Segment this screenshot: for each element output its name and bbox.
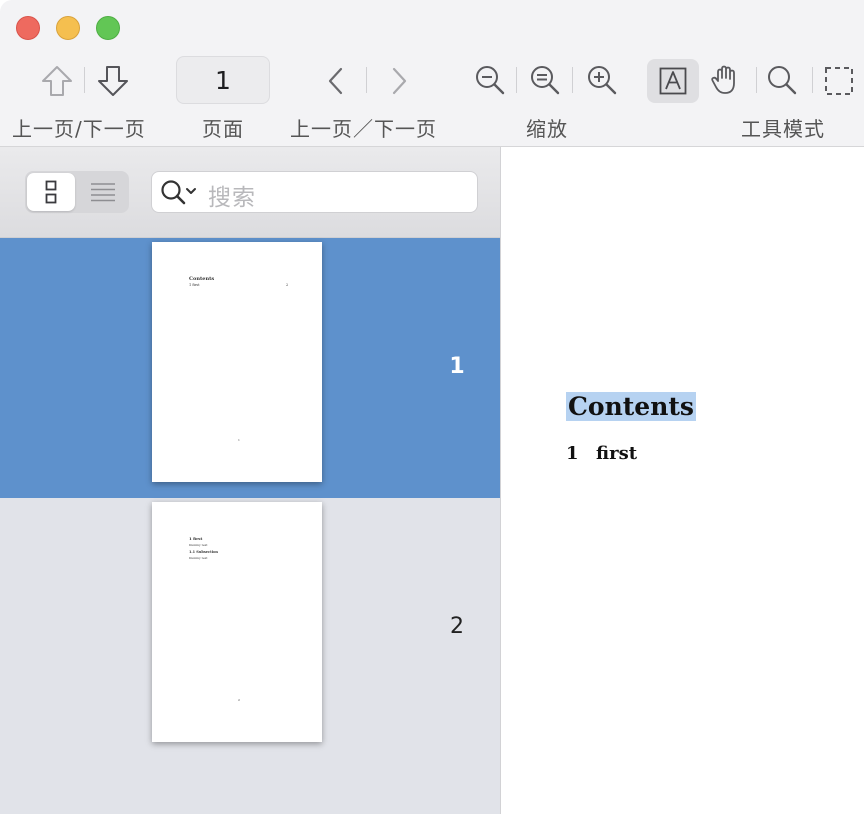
minimize-button[interactable] bbox=[56, 16, 80, 40]
hand-tool-button[interactable] bbox=[708, 62, 744, 98]
thumbnails-icon bbox=[45, 180, 57, 204]
mini-body-text: Dummy text bbox=[189, 543, 208, 547]
thumbnail-view-button[interactable] bbox=[27, 173, 75, 211]
page-thumbnail[interactable]: 1 first Dummy text 1.1 Subsection Dummy … bbox=[152, 502, 322, 742]
contents-heading[interactable]: Contents bbox=[566, 392, 697, 421]
thumbnail-row-page-1[interactable]: Contents 1 first 2 1 1 bbox=[0, 238, 500, 498]
mini-footer: 2 bbox=[238, 698, 240, 702]
next-page-button[interactable] bbox=[94, 62, 132, 100]
page-label: 页面 bbox=[202, 117, 244, 141]
zoom-out-button[interactable] bbox=[472, 62, 508, 98]
text-select-icon bbox=[659, 67, 687, 95]
view-mode-control bbox=[25, 171, 129, 213]
page-thumbnail[interactable]: Contents 1 first 2 1 bbox=[152, 242, 322, 482]
chevron-left-icon bbox=[328, 67, 343, 95]
list-view-button[interactable] bbox=[79, 173, 127, 211]
zoom-out-icon bbox=[476, 66, 505, 95]
text-select-tool-button[interactable] bbox=[655, 64, 691, 98]
zoom-in-icon bbox=[588, 66, 617, 95]
previous-page-button[interactable] bbox=[38, 62, 76, 100]
back-button[interactable] bbox=[320, 64, 352, 98]
rect-select-tool-button[interactable] bbox=[822, 64, 856, 98]
zoom-button[interactable] bbox=[96, 16, 120, 40]
zoom-in-button[interactable] bbox=[584, 62, 620, 98]
sidebar-header: 搜索 bbox=[0, 147, 500, 238]
close-button[interactable] bbox=[16, 16, 40, 40]
mini-toc-page: 2 bbox=[286, 283, 289, 287]
search-input[interactable]: 搜索 bbox=[151, 171, 478, 213]
chevron-right-icon bbox=[392, 67, 407, 95]
zoom-fit-icon bbox=[531, 66, 560, 95]
page-number-label: 1 bbox=[449, 354, 465, 379]
mini-footer: 1 bbox=[238, 438, 240, 442]
mini-heading: Contents bbox=[189, 276, 215, 282]
page-number-label: 2 bbox=[450, 614, 464, 639]
search-placeholder: 搜索 bbox=[208, 185, 256, 211]
thumbnail-row-page-2[interactable]: 1 first Dummy text 1.1 Subsection Dummy … bbox=[0, 498, 500, 758]
preview-window: 1 上一页/下一页 页面 上一页／下一页 缩放 工具模式 搜索 Contents… bbox=[0, 0, 864, 814]
mini-toc-entry: 1 first bbox=[189, 283, 200, 287]
mini-subsection: 1.1 Subsection bbox=[189, 550, 218, 554]
page-number-field[interactable]: 1 bbox=[176, 56, 270, 104]
selection-icon bbox=[825, 67, 853, 95]
search-icon bbox=[160, 179, 200, 211]
tool-mode-label: 工具模式 bbox=[741, 117, 825, 141]
arrow-up-icon bbox=[42, 66, 72, 96]
hand-icon bbox=[711, 65, 735, 94]
forward-button[interactable] bbox=[383, 64, 415, 98]
arrow-down-icon bbox=[98, 66, 128, 96]
mini-section: 1 first bbox=[189, 536, 203, 541]
sidebar: 搜索 Contents 1 first 2 1 1 1 first Dummy … bbox=[0, 147, 501, 814]
magnifier-icon bbox=[768, 66, 797, 95]
list-icon bbox=[91, 183, 115, 202]
zoom-fit-button[interactable] bbox=[527, 62, 563, 98]
toolbar: 1 上一页/下一页 页面 上一页／下一页 缩放 工具模式 bbox=[0, 0, 864, 147]
prev-next-page-label: 上一页/下一页 bbox=[12, 117, 146, 141]
zoom-label: 缩放 bbox=[526, 117, 568, 141]
toc-entry-number: 1 bbox=[566, 443, 579, 464]
document-view[interactable]: Contents 1 first bbox=[502, 147, 864, 814]
magnifier-tool-button[interactable] bbox=[764, 62, 800, 98]
mini-body-text: Dummy text bbox=[189, 556, 208, 560]
toc-entry[interactable]: 1 first bbox=[566, 443, 637, 464]
prev-next-label: 上一页／下一页 bbox=[290, 117, 437, 141]
toc-entry-title: first bbox=[596, 443, 638, 464]
